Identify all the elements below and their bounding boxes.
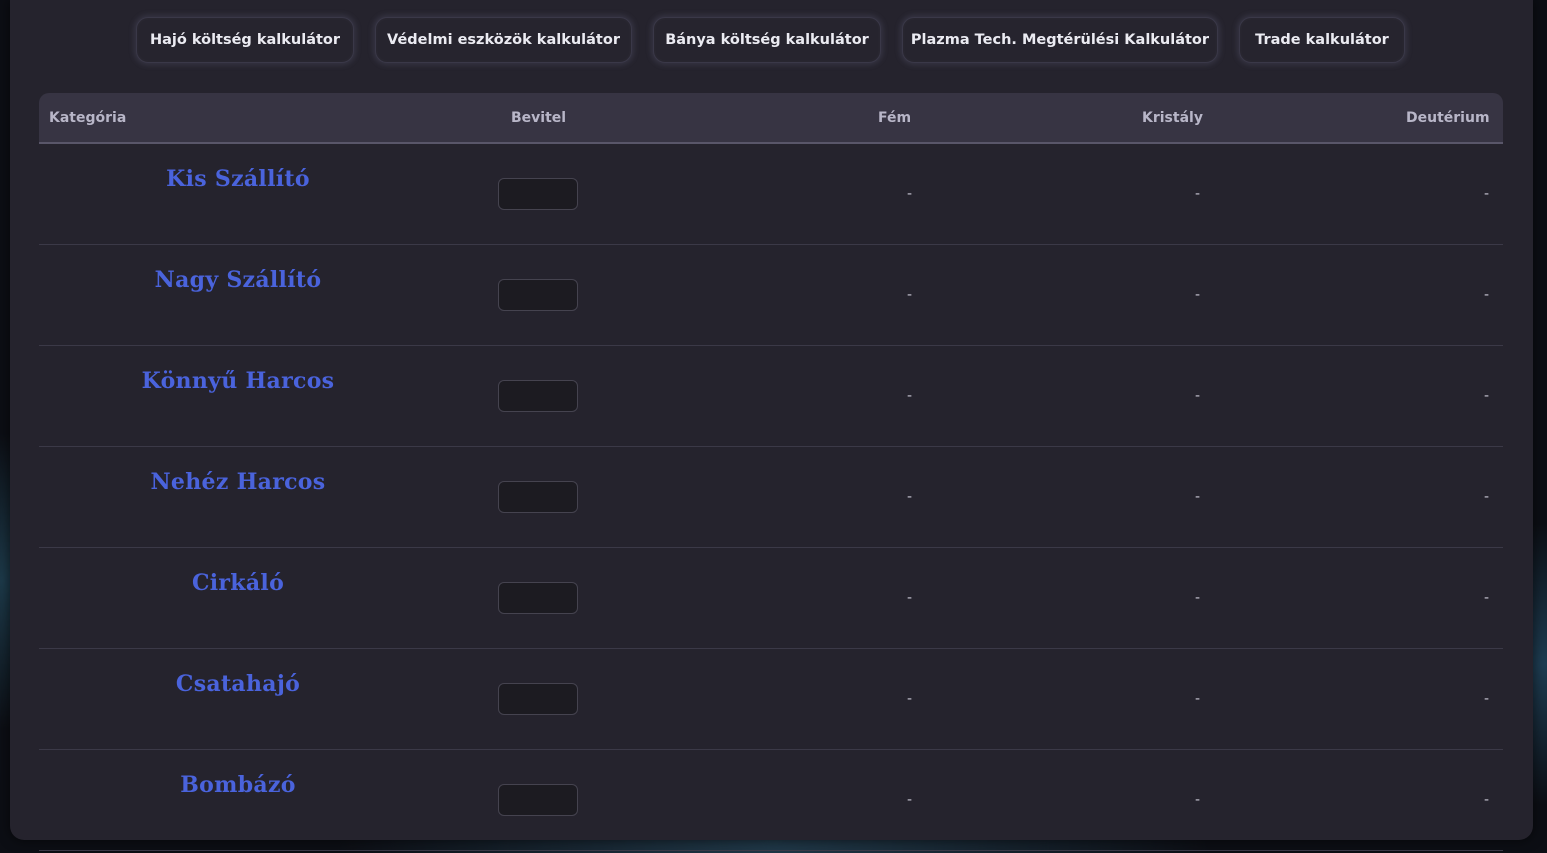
crystal-value: - [1194, 388, 1200, 404]
crystal-value: - [1194, 287, 1200, 303]
header-metal: Fém [878, 110, 912, 126]
table-row: Nehéz Harcos - - - [39, 447, 1503, 548]
metal-value: - [906, 590, 912, 606]
ship-name: Cirkáló [191, 570, 285, 596]
metal-value: - [906, 186, 912, 202]
metal-value: - [906, 489, 912, 505]
crystal-value: - [1194, 792, 1200, 808]
crystal-value: - [1194, 691, 1200, 707]
table-row: Cirkáló - - - [39, 548, 1503, 649]
table-row: Kis Szállító - - - [39, 144, 1503, 245]
deuterium-value: - [1483, 691, 1489, 707]
deuterium-value: - [1483, 792, 1489, 808]
calculator-panel: Hajó költség kalkulátor Védelmi eszközök… [10, 0, 1533, 851]
crystal-value: - [1194, 186, 1200, 202]
quantity-input[interactable] [498, 683, 578, 715]
metal-value: - [906, 691, 912, 707]
metal-value: - [906, 388, 912, 404]
deuterium-value: - [1483, 287, 1489, 303]
deuterium-value: - [1483, 489, 1489, 505]
deuterium-value: - [1483, 388, 1489, 404]
calculator-nav: Hajó költség kalkulátor Védelmi eszközök… [10, 17, 1533, 65]
quantity-input[interactable] [498, 380, 578, 412]
quantity-input[interactable] [498, 784, 578, 816]
deuterium-value: - [1483, 590, 1489, 606]
table-row: Csatahajó - - - [39, 649, 1503, 750]
metal-value: - [906, 792, 912, 808]
ship-cost-calculator-button[interactable]: Hajó költség kalkulátor [136, 17, 354, 63]
header-crystal: Kristály [1142, 110, 1203, 126]
header-input: Bevitel [511, 110, 567, 126]
defense-calculator-button[interactable]: Védelmi eszközök kalkulátor [375, 17, 632, 63]
ship-name: Bombázó [180, 772, 296, 798]
mine-cost-calculator-button[interactable]: Bánya költség kalkulátor [653, 17, 881, 63]
ship-cost-table: Kategória Bevitel Fém Kristály Deutérium… [39, 93, 1503, 853]
quantity-input[interactable] [498, 279, 578, 311]
ship-name: Könnyű Harcos [141, 368, 335, 394]
crystal-value: - [1194, 590, 1200, 606]
metal-value: - [906, 287, 912, 303]
deuterium-value: - [1483, 186, 1489, 202]
table-row: Bombázó - - - [39, 750, 1503, 851]
table-row: Könnyű Harcos - - - [39, 346, 1503, 447]
ship-name: Nehéz Harcos [150, 469, 326, 495]
plasma-tech-calculator-button[interactable]: Plazma Tech. Megtérülési Kalkulátor [902, 17, 1218, 63]
crystal-value: - [1194, 489, 1200, 505]
quantity-input[interactable] [498, 582, 578, 614]
table-header: Kategória Bevitel Fém Kristály Deutérium [39, 93, 1503, 144]
ship-name: Nagy Szállító [154, 267, 322, 293]
trade-calculator-button[interactable]: Trade kalkulátor [1239, 17, 1405, 63]
quantity-input[interactable] [498, 178, 578, 210]
quantity-input[interactable] [498, 481, 578, 513]
table-row: Nagy Szállító - - - [39, 245, 1503, 346]
header-category: Kategória [49, 110, 127, 126]
header-deuterium: Deutérium [1406, 110, 1490, 126]
ship-name: Kis Szállító [166, 166, 310, 192]
ship-name: Csatahajó [175, 671, 301, 697]
